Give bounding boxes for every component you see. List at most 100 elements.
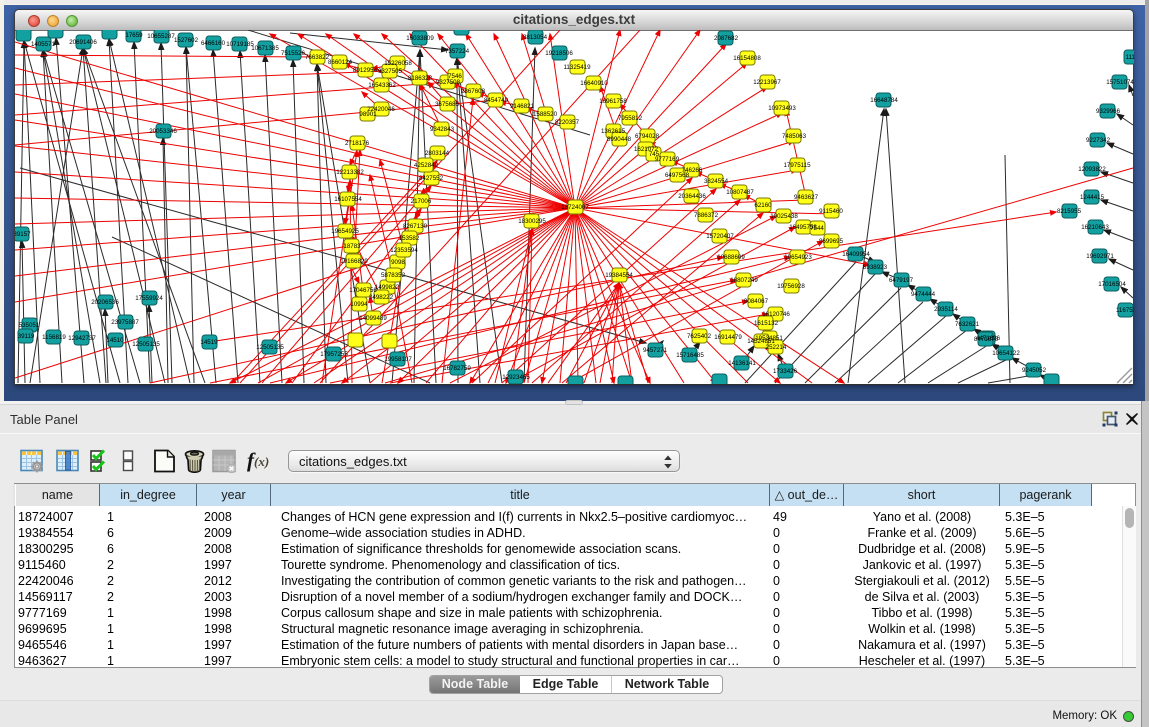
svg-text:217006: 217006 <box>411 198 432 205</box>
svg-text:14519: 14519 <box>200 339 218 346</box>
svg-text:17559924: 17559924 <box>135 295 163 302</box>
svg-text:2935114: 2935114 <box>934 306 958 313</box>
svg-text:15716485: 15716485 <box>676 352 704 359</box>
svg-text:1156819: 1156819 <box>42 334 66 341</box>
svg-text:16961758: 16961758 <box>599 98 627 105</box>
svg-text:16210643: 16210643 <box>1081 224 1109 231</box>
svg-text:20053346: 20053346 <box>149 128 177 135</box>
svg-text:7546: 7546 <box>448 73 462 80</box>
svg-text:19654923: 19654923 <box>784 254 812 261</box>
svg-text:8912954: 8912954 <box>353 67 378 74</box>
svg-text:19756928: 19756928 <box>777 283 805 290</box>
svg-text:6479197: 6479197 <box>889 277 914 284</box>
svg-text:6497568: 6497568 <box>665 172 690 179</box>
svg-text:8427552: 8427552 <box>419 175 444 182</box>
svg-text:2718176: 2718176 <box>345 140 370 147</box>
svg-text:6794028: 6794028 <box>635 133 660 140</box>
svg-text:116753: 116753 <box>1116 307 1134 314</box>
svg-text:16120746: 16120746 <box>762 311 790 318</box>
svg-text:9327505: 9327505 <box>378 68 403 75</box>
svg-text:9084067: 9084067 <box>744 298 769 305</box>
svg-text:16640910: 16640910 <box>580 80 608 87</box>
svg-text:8454749: 8454749 <box>484 97 509 104</box>
svg-text:9327508: 9327508 <box>436 79 461 86</box>
svg-text:8938923: 8938923 <box>863 264 888 271</box>
svg-text:8267130: 8267130 <box>403 223 428 230</box>
svg-text:1733426: 1733426 <box>773 368 798 375</box>
svg-text:1405571: 1405571 <box>31 41 56 48</box>
svg-text:7357224: 7357224 <box>445 48 470 55</box>
svg-text:5878352: 5878352 <box>381 272 406 279</box>
svg-text:16409954: 16409954 <box>842 251 870 258</box>
svg-text:17659: 17659 <box>125 32 143 39</box>
svg-text:19384554: 19384554 <box>605 272 633 279</box>
svg-text:9098: 9098 <box>391 259 405 266</box>
svg-text:1362615: 1362615 <box>601 128 626 135</box>
svg-text:10994: 10994 <box>350 301 368 308</box>
svg-text:8813054: 8813054 <box>523 34 548 41</box>
svg-text:39119: 39119 <box>18 333 35 340</box>
svg-text:8660124: 8660124 <box>328 59 353 66</box>
svg-text:9227342: 9227342 <box>1086 137 1111 144</box>
svg-text:2803144: 2803144 <box>425 150 450 157</box>
svg-text:9777169: 9777169 <box>655 156 680 163</box>
svg-text:20364436: 20364436 <box>678 193 706 200</box>
svg-text:10807487: 10807487 <box>726 189 754 196</box>
svg-text:15751074: 15751074 <box>1106 79 1134 86</box>
svg-text:16033809: 16033809 <box>406 35 434 42</box>
svg-text:19958107: 19958107 <box>384 356 412 363</box>
svg-text:1244415: 1244415 <box>1080 194 1105 201</box>
svg-text:3675685: 3675685 <box>435 101 460 108</box>
svg-text:9457271: 9457271 <box>643 347 668 354</box>
svg-text:1588520: 1588520 <box>533 111 558 118</box>
svg-text:12213967: 12213967 <box>753 79 781 86</box>
svg-text:18807249: 18807249 <box>730 277 758 284</box>
svg-text:98901: 98901 <box>359 111 377 118</box>
svg-text:14099489: 14099489 <box>359 315 387 322</box>
svg-text:8990448: 8990448 <box>607 136 632 143</box>
svg-text:6466160: 6466160 <box>201 40 226 47</box>
svg-text:8215955: 8215955 <box>1057 208 1082 215</box>
svg-text:1499822: 1499822 <box>375 284 400 291</box>
svg-text:9245052: 9245052 <box>1022 367 1047 374</box>
svg-text:16914479: 16914479 <box>714 334 742 341</box>
svg-text:7632621: 7632621 <box>955 321 980 328</box>
svg-text:19692971: 19692971 <box>1086 253 1114 260</box>
svg-text:535051: 535051 <box>19 322 40 329</box>
svg-text:20691406: 20691406 <box>69 39 97 46</box>
svg-text:1615132: 1615132 <box>754 320 779 327</box>
svg-text:9146821: 9146821 <box>510 103 535 110</box>
svg-text:12505135: 12505135 <box>256 344 284 351</box>
svg-text:14510: 14510 <box>106 337 124 344</box>
svg-text:17046756: 17046756 <box>349 287 377 294</box>
svg-text:10655287: 10655287 <box>147 33 175 40</box>
svg-text:7625402: 7625402 <box>687 333 712 340</box>
svg-text:10719185: 10719185 <box>226 41 254 48</box>
svg-text:10973493: 10973493 <box>768 105 796 112</box>
svg-text:12213382: 12213382 <box>336 169 364 176</box>
svg-text:16648784: 16648784 <box>870 97 898 104</box>
svg-text:39157: 39157 <box>15 231 31 238</box>
svg-text:2867608: 2867608 <box>461 88 486 95</box>
svg-text:7515526: 7515526 <box>281 50 306 57</box>
svg-text:19654925: 19654925 <box>331 228 359 235</box>
svg-text:15226058: 15226058 <box>384 60 412 67</box>
svg-text:17975115: 17975115 <box>783 162 811 169</box>
svg-text:18300295: 18300295 <box>518 218 546 225</box>
svg-text:7485063: 7485063 <box>782 133 807 140</box>
svg-text:9474444: 9474444 <box>911 291 936 298</box>
svg-text:3498222: 3498222 <box>369 294 394 301</box>
svg-text:23975887: 23975887 <box>111 319 139 326</box>
svg-text:11325419: 11325419 <box>563 64 591 71</box>
svg-text:12923465: 12923465 <box>502 374 530 381</box>
svg-text:16154808: 16154808 <box>733 55 761 62</box>
svg-text:1527602: 1527602 <box>174 37 199 44</box>
svg-text:8471676: 8471676 <box>974 336 999 343</box>
svg-text:153582: 153582 <box>399 235 420 242</box>
svg-text:9329966: 9329966 <box>1096 108 1121 115</box>
svg-text:8186328: 8186328 <box>408 75 433 82</box>
svg-text:20206536: 20206536 <box>91 299 119 306</box>
svg-text:14136141: 14136141 <box>728 360 756 367</box>
svg-text:8220357: 8220357 <box>555 119 580 126</box>
svg-text:12353594: 12353594 <box>390 247 418 254</box>
